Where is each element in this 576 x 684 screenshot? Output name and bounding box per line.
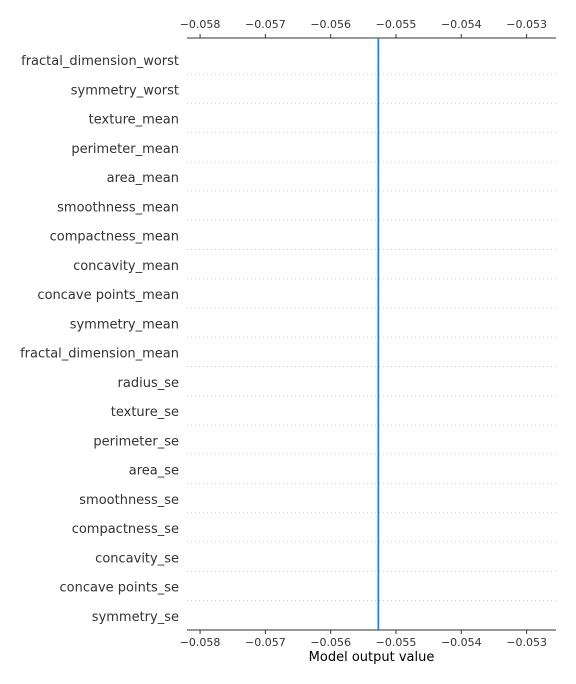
decision-point [377, 468, 379, 471]
decision-point [377, 264, 379, 266]
decision-point [377, 556, 379, 558]
feature-label: smoothness_se [79, 493, 179, 508]
feature-label: symmetry_mean [70, 317, 179, 332]
feature-label: concavity_se [95, 551, 179, 566]
feature-label: smoothness_mean [57, 200, 179, 215]
decision-point [377, 205, 379, 207]
top-tick-label: −0.054 [441, 18, 482, 31]
decision-point [377, 498, 379, 500]
decision-point [377, 147, 379, 149]
decision-point [377, 293, 379, 295]
feature-label: texture_mean [89, 113, 179, 128]
decision-point [377, 322, 379, 324]
top-tick-label: −0.053 [506, 18, 547, 31]
feature-label: area_se [129, 464, 179, 479]
x-axis-title: Model output value [309, 650, 435, 665]
feature-label: compactness_mean [50, 230, 179, 245]
decision-point [377, 381, 379, 383]
top-tick-label: −0.057 [245, 18, 286, 31]
top-tick-label: −0.055 [376, 18, 417, 31]
decision-point [377, 439, 379, 441]
feature-label: concave points_se [60, 581, 179, 596]
feature-label: perimeter_mean [71, 142, 179, 157]
decision-point [377, 615, 379, 617]
feature-label: concave points_mean [37, 288, 179, 303]
feature-label: radius_se [118, 376, 179, 391]
decision-point [377, 117, 379, 120]
feature-label: fractal_dimension_mean [20, 347, 179, 362]
decision-point [377, 410, 379, 412]
decision-point [377, 527, 379, 529]
decision-point [377, 585, 379, 588]
feature-label: symmetry_worst [71, 83, 179, 98]
decision-point [377, 234, 379, 237]
bottom-tick-label: −0.058 [180, 636, 221, 649]
bottom-tick-label: −0.054 [441, 636, 482, 649]
decision-point [377, 176, 379, 178]
feature-label: concavity_mean [73, 259, 179, 274]
bottom-tick-label: −0.055 [376, 636, 417, 649]
top-tick-label: −0.058 [180, 18, 221, 31]
decision-point [377, 59, 379, 61]
feature-label: area_mean [107, 171, 179, 186]
bottom-tick-label: −0.056 [310, 636, 351, 649]
feature-label: compactness_se [72, 522, 179, 537]
decision-plot: fractal_dimension_worst symmetry_worsttex… [20, 18, 556, 665]
bottom-tick-label: −0.053 [506, 636, 547, 649]
feature-label: symmetry_se [92, 610, 179, 625]
bottom-tick-label: −0.057 [245, 636, 286, 649]
decision-point [377, 88, 379, 90]
feature-label: fractal_dimension_worst [21, 54, 179, 69]
decision-point [377, 351, 379, 354]
feature-label: texture_se [111, 405, 179, 420]
top-tick-label: −0.056 [310, 18, 351, 31]
feature-label: perimeter_se [93, 434, 179, 449]
